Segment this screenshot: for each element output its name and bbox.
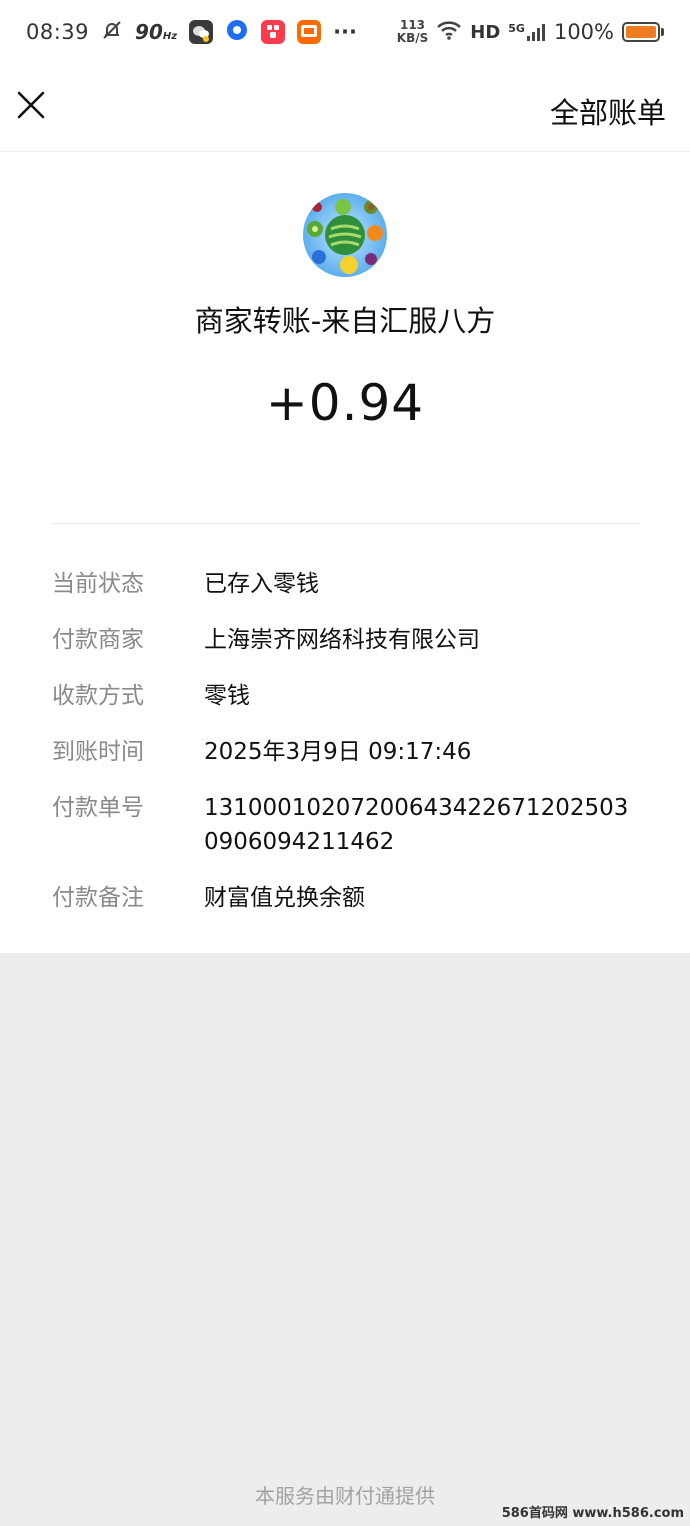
- detail-value[interactable]: 1310001020720064342267120250309060942114…: [204, 791, 642, 859]
- refresh-rate-value: 90: [135, 20, 163, 44]
- refresh-rate: 90Hz: [135, 20, 177, 44]
- bell-off-icon: [101, 19, 123, 46]
- all-bills-link[interactable]: 全部账单: [550, 90, 666, 132]
- taobao-app-icon: [297, 20, 322, 44]
- detail-value: 上海崇齐网络科技有限公司: [204, 627, 480, 653]
- detail-row-remark: 付款备注 财富值兑换余额: [52, 881, 642, 915]
- detail-value: 财富值兑换余额: [204, 885, 365, 911]
- detail-row-method: 收款方式 零钱: [52, 679, 642, 713]
- detail-value: 零钱: [204, 683, 250, 709]
- merchant-avatar: [303, 193, 387, 277]
- network-speed: 113 KB/S: [397, 19, 428, 45]
- detail-value: 2025年3月9日 09:17:46: [204, 739, 472, 765]
- wechat-app-icon: [189, 20, 214, 44]
- red-app-icon: [261, 20, 286, 44]
- nav-header: 全部账单: [0, 64, 690, 152]
- hd-indicator: HD: [470, 21, 501, 43]
- network-speed-unit: KB/S: [396, 31, 429, 45]
- transaction-amount: +0.94: [265, 374, 425, 432]
- detail-row-time: 到账时间 2025年3月9日 09:17:46: [52, 735, 642, 769]
- detail-label: 付款单号: [52, 795, 144, 821]
- watermark: 586首码网 www.h586.com: [501, 1506, 684, 1521]
- wifi-icon: [436, 19, 462, 46]
- more-notifications-icon: ···: [333, 20, 358, 44]
- close-button[interactable]: [12, 86, 50, 124]
- signal-icon: 5G: [508, 22, 546, 42]
- status-bar: 08:39 90Hz ··· 113 KB/S HD 5G 100%: [0, 0, 690, 64]
- blue-app-icon: [225, 18, 249, 47]
- network-type: 5G: [508, 22, 525, 35]
- transaction-card: 商家转账-来自汇服八方 +0.94 当前状态 已存入零钱 付款商家 上海崇齐网络…: [0, 152, 690, 953]
- divider: [52, 523, 639, 524]
- detail-row-status: 当前状态 已存入零钱: [52, 567, 642, 601]
- status-time: 08:39: [26, 20, 90, 44]
- battery-percent: 100%: [553, 20, 614, 44]
- close-icon[interactable]: [12, 86, 50, 124]
- detail-row-order-number: 付款单号 13100010207200643422671202503090609…: [52, 791, 642, 859]
- detail-label: 当前状态: [52, 571, 144, 597]
- detail-label: 付款备注: [52, 885, 144, 911]
- merchant-title: 商家转账-来自汇服八方: [194, 304, 496, 338]
- refresh-rate-unit: Hz: [162, 31, 178, 42]
- detail-value: 已存入零钱: [204, 571, 319, 597]
- detail-row-merchant: 付款商家 上海崇齐网络科技有限公司: [52, 623, 642, 657]
- detail-label: 付款商家: [52, 627, 144, 653]
- detail-label: 收款方式: [52, 683, 144, 709]
- battery-icon: [622, 22, 664, 42]
- detail-label: 到账时间: [52, 739, 144, 765]
- transaction-details: 当前状态 已存入零钱 付款商家 上海崇齐网络科技有限公司 收款方式 零钱 到账时…: [52, 567, 642, 937]
